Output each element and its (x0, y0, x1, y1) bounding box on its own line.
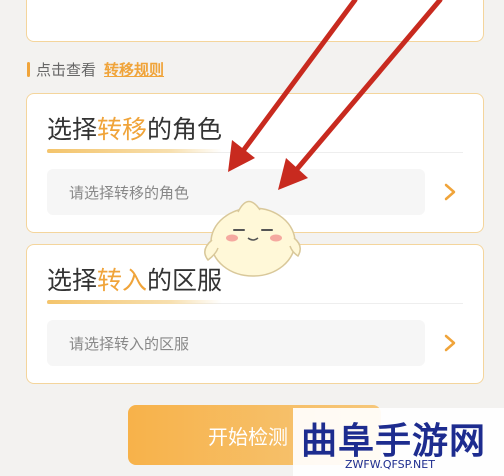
mascot-icon (204, 200, 301, 277)
watermark-url: ZWFW.QFSP.NET (345, 458, 435, 471)
rules-bar-icon (27, 61, 30, 77)
rules-line: 点击查看 转移规则 (27, 58, 164, 80)
role-title-highlight: 转移 (97, 115, 148, 144)
server-card-title: 选择转入的区服 (47, 261, 222, 297)
rules-prefix: 点击查看 (36, 60, 97, 79)
select-server-field[interactable]: 请选择转入的区服 (47, 320, 425, 366)
title-accent-bar (47, 300, 222, 304)
chevron-right-icon[interactable] (439, 178, 461, 206)
watermark: 曲阜手游网 ZWFW.QFSP.NET (293, 408, 504, 476)
role-title-pre: 选择 (47, 115, 98, 144)
top-card (26, 0, 484, 42)
role-title-post: 的角色 (147, 115, 223, 144)
role-card-title: 选择转移的角色 (47, 110, 222, 146)
transfer-rules-link[interactable]: 转移规则 (104, 59, 164, 80)
title-accent-bar (47, 149, 222, 153)
server-title-pre: 选择 (47, 266, 98, 295)
server-title-highlight: 转入 (97, 266, 148, 295)
watermark-title: 曲阜手游网 (301, 421, 487, 462)
chevron-right-icon[interactable] (439, 329, 461, 357)
